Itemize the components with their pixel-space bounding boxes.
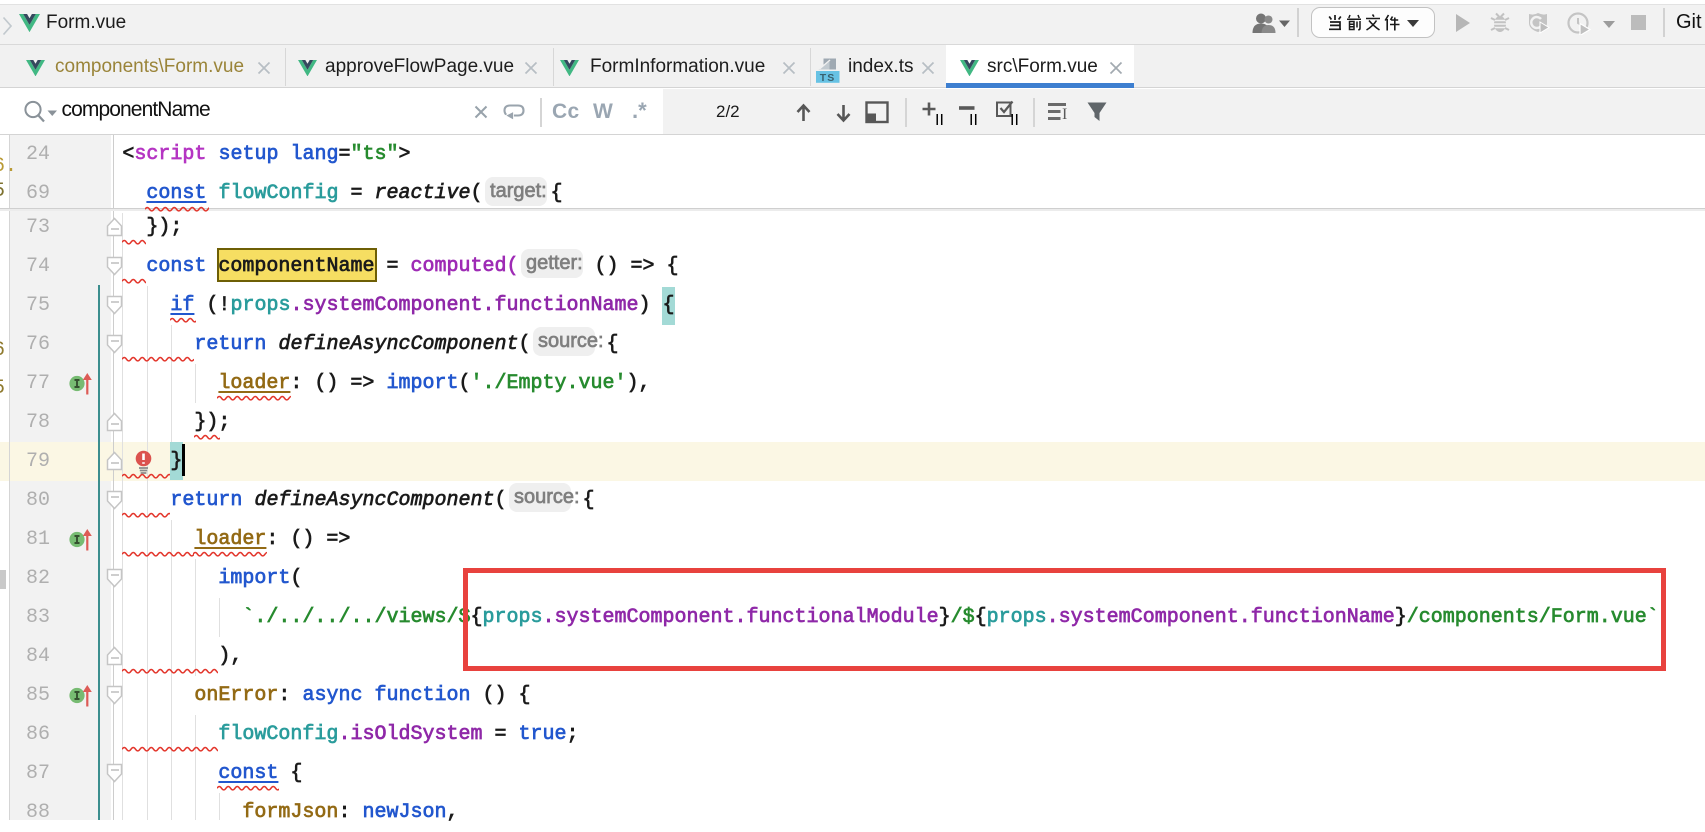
svg-text:TS: TS <box>819 72 834 84</box>
